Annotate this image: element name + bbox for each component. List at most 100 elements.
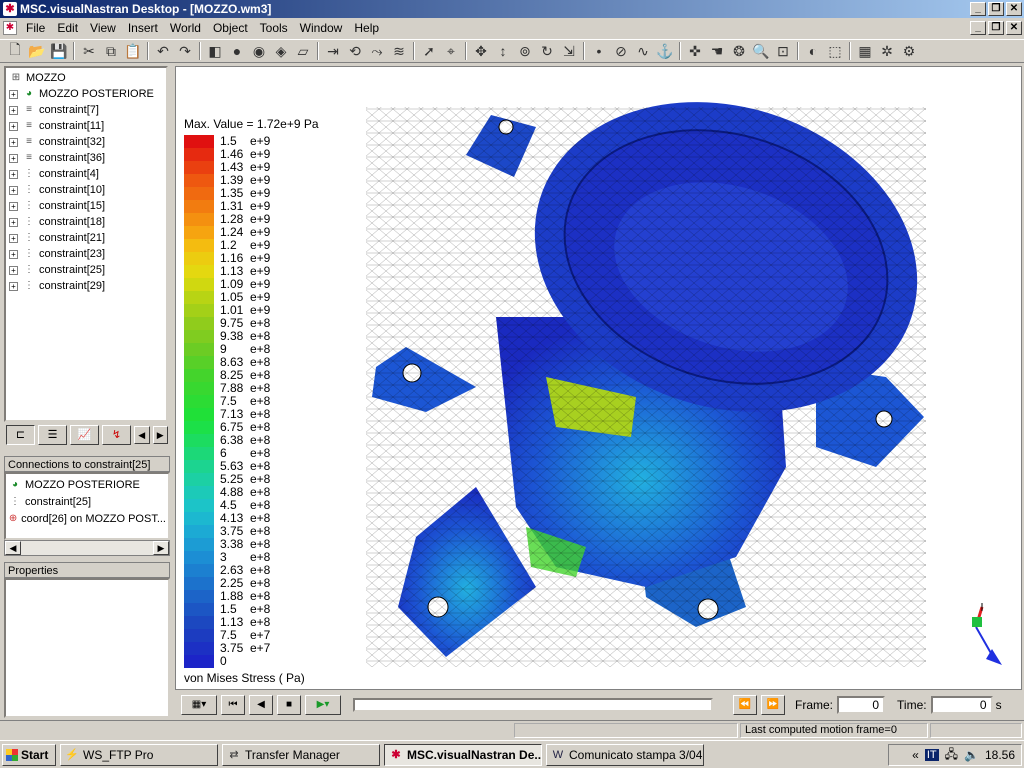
- list-item[interactable]: ⊕ coord[26] on MOZZO POST...: [8, 510, 166, 527]
- network-icon[interactable]: 🖧: [945, 745, 958, 766]
- settings-icon[interactable]: ⚙: [898, 40, 920, 62]
- connections-list[interactable]: ◕ MOZZO POSTERIORE ⋮ constraint[25] ⊕ coord…: [4, 472, 170, 540]
- menu-insert[interactable]: Insert: [122, 18, 164, 38]
- tab-graph-view[interactable]: 📈: [70, 425, 99, 445]
- expand-icon[interactable]: +: [9, 217, 18, 227]
- rotate-icon[interactable]: ⊚: [514, 40, 536, 62]
- task-comunicato[interactable]: W Comunicato stampa 3/04...: [546, 743, 704, 766]
- doc-close-button[interactable]: ✕: [1006, 21, 1022, 35]
- menu-file[interactable]: File: [20, 18, 51, 38]
- play-button[interactable]: ▶▾: [305, 695, 341, 715]
- plate-icon[interactable]: ▱: [292, 40, 314, 62]
- menu-edit[interactable]: Edit: [51, 18, 84, 38]
- cylinder-icon[interactable]: ◉: [248, 40, 270, 62]
- volume-icon[interactable]: 🔈: [964, 748, 979, 762]
- hand-icon[interactable]: ☚: [706, 40, 728, 62]
- tree-item[interactable]: + ≡ constraint[11]: [9, 118, 163, 134]
- spin-icon[interactable]: ↻: [536, 40, 558, 62]
- menu-help[interactable]: Help: [348, 18, 385, 38]
- box-icon[interactable]: ◧: [204, 40, 226, 62]
- pan-icon[interactable]: ✜: [684, 40, 706, 62]
- properties-panel[interactable]: [4, 578, 170, 718]
- list-item[interactable]: ⋮ constraint[25]: [8, 493, 166, 510]
- cut-icon[interactable]: ✂: [78, 40, 100, 62]
- orbit-icon[interactable]: ❂: [728, 40, 750, 62]
- expand-icon[interactable]: +: [9, 265, 18, 275]
- paste-icon[interactable]: 📋: [122, 40, 144, 62]
- point-icon[interactable]: •: [588, 40, 610, 62]
- open-folder-icon[interactable]: 📂: [26, 40, 48, 62]
- copy-icon[interactable]: ⧉: [100, 40, 122, 62]
- tools-icon[interactable]: ✲: [876, 40, 898, 62]
- step-forward-frame-button[interactable]: ⏩: [761, 695, 785, 715]
- redo-icon[interactable]: ↷: [174, 40, 196, 62]
- grid-icon[interactable]: ▦: [854, 40, 876, 62]
- list-item[interactable]: ◕ MOZZO POSTERIORE: [8, 476, 166, 493]
- extrude-icon[interactable]: ◈: [270, 40, 292, 62]
- zoom-fit-icon[interactable]: ⊡: [772, 40, 794, 62]
- expand-icon[interactable]: +: [9, 137, 18, 147]
- select-arrow-icon[interactable]: ➚: [418, 40, 440, 62]
- stop-button[interactable]: ■: [277, 695, 301, 715]
- expand-icon[interactable]: +: [9, 105, 18, 115]
- tabs-scroll-right-button[interactable]: ▶: [152, 426, 168, 444]
- joint-icon[interactable]: ⇥: [322, 40, 344, 62]
- curve-icon[interactable]: ∿: [632, 40, 654, 62]
- language-indicator[interactable]: IT: [924, 749, 939, 761]
- time-field[interactable]: 0: [930, 696, 993, 714]
- tree-item[interactable]: + ⋮ constraint[29]: [9, 278, 163, 294]
- expand-icon[interactable]: +: [9, 185, 18, 195]
- expand-icon[interactable]: +: [9, 233, 18, 243]
- expand-icon[interactable]: +: [9, 89, 18, 99]
- move-vertical-icon[interactable]: ↕: [492, 40, 514, 62]
- anchor-icon[interactable]: ⚓: [654, 40, 676, 62]
- zoom-icon[interactable]: 🔍: [750, 40, 772, 62]
- rewind-button[interactable]: ⏮: [221, 695, 245, 715]
- film-mode-button[interactable]: ▦▾: [181, 695, 217, 715]
- expand-icon[interactable]: +: [9, 281, 18, 291]
- motor-icon[interactable]: ⟲: [344, 40, 366, 62]
- menu-tools[interactable]: Tools: [254, 18, 294, 38]
- snap-icon[interactable]: ⇲: [558, 40, 580, 62]
- tray-expand-button[interactable]: «: [912, 748, 919, 762]
- expand-icon[interactable]: +: [9, 201, 18, 211]
- expand-icon[interactable]: +: [9, 153, 18, 163]
- save-icon[interactable]: 💾: [48, 40, 70, 62]
- task-visualnastran[interactable]: ✱ MSC.visualNastran De...: [384, 743, 542, 766]
- doc-restore-button[interactable]: ❐: [988, 21, 1004, 35]
- tab-curve-view[interactable]: ↯: [102, 425, 131, 445]
- pick-icon[interactable]: ⌖: [440, 40, 462, 62]
- tree-item[interactable]: + ◕ MOZZO POSTERIORE: [9, 86, 163, 102]
- new-file-icon[interactable]: 🗋: [4, 40, 26, 62]
- tree-item[interactable]: + ≡ constraint[7]: [9, 102, 163, 118]
- expand-icon[interactable]: +: [9, 169, 18, 179]
- move-icon[interactable]: ✥: [470, 40, 492, 62]
- constraint-icon[interactable]: ⊘: [610, 40, 632, 62]
- step-backward-frame-button[interactable]: ⏪: [733, 695, 757, 715]
- scroll-left-button[interactable]: ◀: [5, 541, 21, 555]
- view-cube-icon[interactable]: ⬚: [824, 40, 846, 62]
- fea-model-render[interactable]: [176, 67, 1022, 690]
- timeline-slider[interactable]: [353, 698, 713, 712]
- menu-view[interactable]: View: [84, 18, 122, 38]
- task-ws-ftp[interactable]: ⚡ WS_FTP Pro: [60, 743, 218, 766]
- tabs-scroll-left-button[interactable]: ◀: [134, 426, 150, 444]
- tree-item[interactable]: + ⋮ constraint[10]: [9, 182, 163, 198]
- menu-window[interactable]: Window: [294, 18, 349, 38]
- tree-item[interactable]: + ⋮ constraint[23]: [9, 246, 163, 262]
- sphere-icon[interactable]: ●: [226, 40, 248, 62]
- 3d-viewport[interactable]: Max. Value = 1.72e+9 Pa 1.5 e+9 1.46 e+9 1.4…: [175, 66, 1022, 690]
- start-button[interactable]: Start: [2, 743, 56, 766]
- scroll-right-button[interactable]: ▶: [153, 541, 169, 555]
- tab-tree-view[interactable]: ⊏: [6, 425, 35, 445]
- tree-item[interactable]: + ⋮ constraint[25]: [9, 262, 163, 278]
- close-button[interactable]: ✕: [1006, 2, 1022, 16]
- actuator-icon[interactable]: ⤳: [366, 40, 388, 62]
- menu-object[interactable]: Object: [207, 18, 254, 38]
- expand-icon[interactable]: +: [9, 249, 18, 259]
- spring-icon[interactable]: ≋: [388, 40, 410, 62]
- connections-scrollbar[interactable]: ◀ ▶: [4, 540, 170, 556]
- doc-minimize-button[interactable]: _: [970, 21, 986, 35]
- menu-world[interactable]: World: [164, 18, 207, 38]
- undo-icon[interactable]: ↶: [152, 40, 174, 62]
